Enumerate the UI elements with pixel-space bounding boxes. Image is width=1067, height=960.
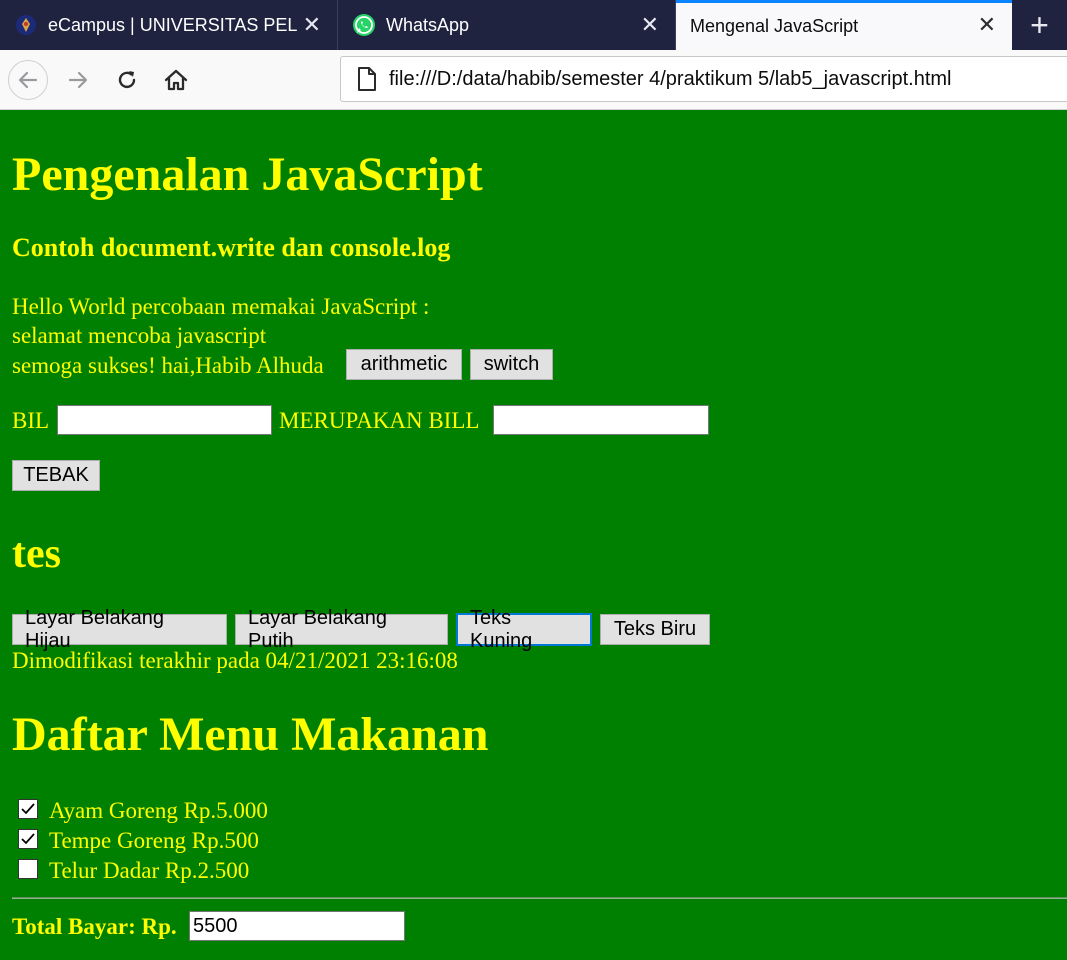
university-logo-icon (14, 13, 38, 37)
total-label: Total Bayar: Rp. (12, 914, 177, 939)
bil-label: BIL (12, 408, 50, 433)
tes-heading: tes (12, 531, 61, 577)
hello-text: Hello World percobaan memakai JavaScript… (12, 294, 430, 319)
switch-button[interactable]: switch (470, 349, 553, 380)
bil-input[interactable] (57, 405, 272, 435)
menu-item-label: Tempe Goreng Rp.500 (49, 828, 259, 853)
success-text: semoga sukses! hai,Habib Alhuda (12, 353, 324, 378)
close-icon[interactable]: ✕ (641, 13, 659, 37)
menu-item-checkbox[interactable] (18, 829, 38, 849)
forward-arrow-icon[interactable] (58, 60, 98, 100)
url-text: file:///D:/data/habib/semester 4/praktik… (389, 67, 952, 90)
navigation-bar: file:///D:/data/habib/semester 4/praktik… (0, 50, 1067, 110)
total-input[interactable]: 5500 (189, 911, 405, 941)
whatsapp-icon (352, 13, 376, 37)
menu-item-label: Telur Dadar Rp.2.500 (49, 858, 250, 883)
tebak-button[interactable]: TEBAK (12, 460, 100, 491)
reload-icon[interactable] (107, 60, 147, 100)
close-icon[interactable]: ✕ (303, 13, 321, 37)
merupakan-input[interactable] (493, 405, 709, 435)
text-blue-button[interactable]: Teks Biru (600, 614, 710, 645)
new-tab-icon[interactable]: + (1012, 0, 1067, 50)
page-icon (357, 66, 379, 92)
tab-ecampus[interactable]: eCampus | UNIVERSITAS PELITA ✕ (0, 0, 338, 50)
tab-whatsapp[interactable]: WhatsApp ✕ (338, 0, 676, 50)
page-subtitle: Contoh document.write dan console.log (12, 233, 451, 262)
background-green-button[interactable]: Layar Belakang Hijau (12, 607, 227, 652)
tab-mengenal-javascript[interactable]: Mengenal JavaScript ✕ (676, 0, 1012, 50)
background-white-button[interactable]: Layar Belakang Putih (235, 607, 448, 652)
tab-label: eCampus | UNIVERSITAS PELITA (48, 14, 298, 35)
menu-title: Daftar Menu Makanan (12, 708, 489, 761)
page-title: Pengenalan JavaScript (12, 148, 483, 201)
tab-bar: eCampus | UNIVERSITAS PELITA ✕ WhatsApp … (0, 0, 1067, 50)
home-icon[interactable] (156, 60, 196, 100)
tab-label: Mengenal JavaScript (690, 16, 859, 36)
menu-item-checkbox[interactable] (18, 799, 38, 819)
last-modified-text: Dimodifikasi terakhir pada 04/21/2021 23… (12, 648, 458, 673)
menu-item-label: Ayam Goreng Rp.5.000 (49, 798, 268, 823)
close-icon[interactable]: ✕ (978, 13, 996, 37)
menu-item-checkbox[interactable] (18, 859, 38, 879)
page-content: Pengenalan JavaScript Contoh document.wr… (0, 111, 1067, 960)
arithmetic-button[interactable]: arithmetic (346, 349, 462, 380)
merupakan-label: MERUPAKAN BILL (279, 408, 480, 433)
back-arrow-icon[interactable] (8, 60, 48, 100)
greeting-text: selamat mencoba javascript (12, 323, 267, 348)
text-yellow-button[interactable]: Teks Kuning (456, 607, 592, 652)
check-icon (21, 833, 35, 845)
tab-label: WhatsApp (386, 14, 470, 35)
check-icon (21, 803, 35, 815)
address-bar[interactable]: file:///D:/data/habib/semester 4/praktik… (340, 56, 1067, 102)
divider (12, 897, 1067, 899)
